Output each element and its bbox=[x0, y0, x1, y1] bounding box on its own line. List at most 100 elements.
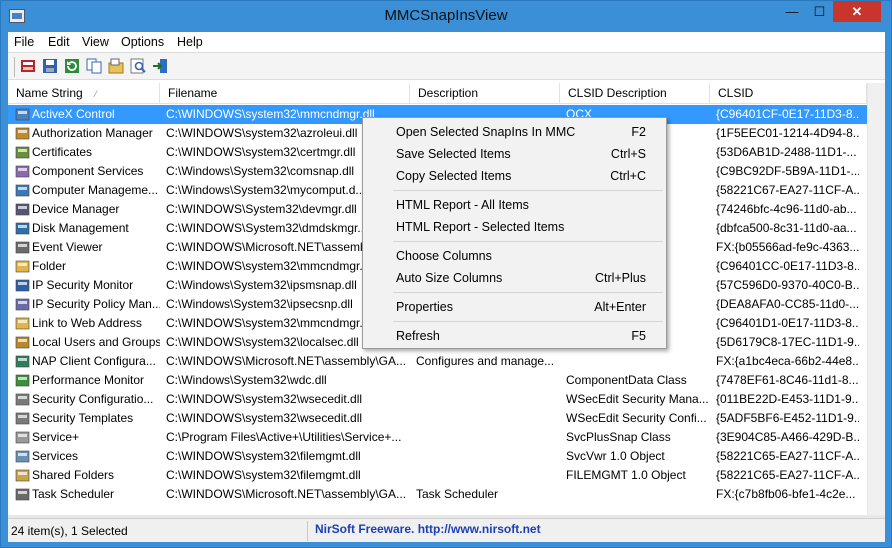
status-bar: 24 item(s), 1 Selected NirSoft Freeware.… bbox=[8, 518, 885, 542]
cell-filename: C:\WINDOWS\system32\filemgmt.dll bbox=[166, 449, 361, 463]
copy-button[interactable] bbox=[85, 57, 103, 75]
toolbar-grip bbox=[14, 57, 15, 77]
menuitem-html-report-selected[interactable]: HTML Report - Selected Items bbox=[363, 216, 666, 238]
cell-name: Authorization Manager bbox=[32, 126, 153, 140]
vertical-scrollbar[interactable] bbox=[867, 83, 885, 515]
cell-filename: C:\WINDOWS\system32\filemgmt.dll bbox=[166, 468, 361, 482]
context-menu: Open Selected SnapIns In MMC F2 Save Sele… bbox=[362, 117, 667, 349]
table-row[interactable]: Security Configuratio... C:\WINDOWS\syste… bbox=[8, 390, 885, 409]
cell-name: Performance Monitor bbox=[32, 373, 145, 387]
cell-clsid: {C96401D1-0E17-11D3-8... bbox=[716, 316, 859, 330]
menuitem-properties[interactable]: Properties Alt+Enter bbox=[363, 296, 666, 318]
cell-clsid-description: ComponentData Class bbox=[566, 373, 687, 387]
copy-icon bbox=[86, 58, 102, 74]
find-button[interactable] bbox=[129, 57, 147, 75]
menuitem-label: HTML Report - All Items bbox=[396, 198, 529, 212]
cell-filename: C:\Windows\System32\wdc.dll bbox=[166, 373, 327, 387]
snapin-icon bbox=[15, 278, 30, 293]
snapin-icon bbox=[15, 259, 30, 274]
cell-name: Security Configuratio... bbox=[32, 392, 154, 406]
cell-clsid-description: WSecEdit Security Confi... bbox=[566, 411, 707, 425]
properties-button[interactable] bbox=[107, 57, 125, 75]
cell-description: Configures and manage... bbox=[416, 354, 555, 368]
menu-edit[interactable]: Edit bbox=[48, 35, 70, 49]
column-header-clsid[interactable]: CLSID bbox=[710, 83, 867, 104]
properties-icon bbox=[108, 58, 124, 74]
table-row[interactable]: Security Templates C:\WINDOWS\system32\ws… bbox=[8, 409, 885, 428]
cell-description bbox=[416, 466, 560, 485]
menuitem-save-selected-items[interactable]: Save Selected Items Ctrl+S bbox=[363, 143, 666, 165]
maximize-button[interactable]: ☐ bbox=[806, 1, 833, 22]
exit-button[interactable] bbox=[151, 57, 169, 75]
snapin-icon bbox=[15, 202, 30, 217]
table-row[interactable]: NAP Client Configura... C:\WINDOWS\Micros… bbox=[8, 352, 885, 371]
menu-file[interactable]: File bbox=[14, 35, 34, 49]
cell-clsid: {DEA8AFA0-CC85-11d0-... bbox=[716, 297, 859, 311]
cell-name: IP Security Monitor bbox=[32, 278, 134, 292]
snapin-icon bbox=[15, 126, 30, 141]
cell-name: Certificates bbox=[32, 145, 93, 159]
menuitem-shortcut: Ctrl+S bbox=[610, 147, 646, 161]
minimize-button[interactable]: — bbox=[778, 1, 806, 22]
cell-clsid-description: WSecEdit Security Mana... bbox=[566, 392, 709, 406]
table-row[interactable]: Service+ C:\Program Files\Active+\Utiliti… bbox=[8, 428, 885, 447]
menuitem-choose-columns[interactable]: Choose Columns bbox=[363, 245, 666, 267]
column-header-description[interactable]: Description bbox=[410, 83, 560, 104]
column-header-filename[interactable]: Filename bbox=[160, 83, 410, 104]
menuitem-label: Copy Selected Items bbox=[396, 169, 512, 183]
menuitem-refresh[interactable]: Refresh F5 bbox=[363, 325, 666, 347]
menu-options[interactable]: Options bbox=[121, 35, 164, 49]
table-row[interactable]: Services C:\WINDOWS\system32\filemgmt.dll… bbox=[8, 447, 885, 466]
snapin-icon bbox=[15, 411, 30, 426]
column-header-name-string[interactable]: Name String ⁄ bbox=[8, 83, 160, 104]
cell-clsid: {C9BC92DF-5B9A-11D1-... bbox=[716, 164, 859, 178]
save-button[interactable] bbox=[41, 57, 59, 75]
table-row[interactable]: Performance Monitor C:\Windows\System32\w… bbox=[8, 371, 885, 390]
cell-name: Event Viewer bbox=[32, 240, 103, 254]
snapin-icon bbox=[15, 430, 30, 445]
save-html-report-button[interactable] bbox=[19, 57, 37, 75]
snapin-icon bbox=[15, 316, 30, 331]
cell-clsid-description bbox=[566, 485, 710, 504]
status-credit-link[interactable]: NirSoft Freeware. http://www.nirsoft.net bbox=[315, 522, 541, 536]
cell-filename: C:\Program Files\Active+\Utilities\Servi… bbox=[166, 430, 402, 444]
cell-name: Folder bbox=[32, 259, 67, 273]
cell-clsid: FX:{a1bc4eca-66b2-44e8... bbox=[716, 354, 859, 368]
cell-name: Service+ bbox=[32, 430, 80, 444]
menuitem-auto-size-columns[interactable]: Auto Size Columns Ctrl+Plus bbox=[363, 267, 666, 289]
table-row[interactable]: Shared Folders C:\WINDOWS\system32\filemg… bbox=[8, 466, 885, 485]
menu-separator bbox=[393, 292, 663, 293]
cell-clsid: {5ADF5BF6-E452-11D1-9... bbox=[716, 411, 859, 425]
snapin-icon bbox=[15, 297, 30, 312]
cell-clsid-description bbox=[566, 352, 710, 371]
cell-clsid: {58221C65-EA27-11CF-A... bbox=[716, 468, 859, 482]
status-divider bbox=[307, 521, 308, 541]
menuitem-html-report-all[interactable]: HTML Report - All Items bbox=[363, 194, 666, 216]
menuitem-open-selected-snapins[interactable]: Open Selected SnapIns In MMC F2 bbox=[363, 121, 666, 143]
cell-clsid: {7478EF61-8C46-11d1-8... bbox=[716, 373, 859, 387]
cell-clsid: {3E904C85-A466-429D-B... bbox=[716, 430, 859, 444]
search-icon bbox=[130, 58, 146, 74]
column-header-row: Name String ⁄ Filename Description CLSID … bbox=[8, 83, 885, 104]
snapin-icon bbox=[15, 145, 30, 160]
cell-name: NAP Client Configura... bbox=[32, 354, 156, 368]
cell-clsid: {1F5EEC01-1214-4D94-8... bbox=[716, 126, 859, 140]
menu-view[interactable]: View bbox=[82, 35, 109, 49]
cell-filename: C:\WINDOWS\Microsoft.NET\assembly\GA... bbox=[166, 487, 407, 501]
cell-name: ActiveX Control bbox=[32, 107, 115, 121]
cell-clsid: {dbfca500-8c31-11d0-aa... bbox=[716, 221, 857, 235]
save-html-report-icon bbox=[21, 60, 35, 72]
table-row[interactable]: Task Scheduler C:\WINDOWS\Microsoft.NET\a… bbox=[8, 485, 885, 504]
snapin-icon bbox=[15, 373, 30, 388]
close-button[interactable]: ✕ bbox=[833, 1, 881, 22]
cell-name: Device Manager bbox=[32, 202, 120, 216]
column-header-clsid-description[interactable]: CLSID Description bbox=[560, 83, 710, 104]
cell-name: IP Security Policy Man... bbox=[32, 297, 160, 311]
menu-help[interactable]: Help bbox=[177, 35, 203, 49]
title-bar[interactable]: MMCSnapInsView — ☐ ✕ bbox=[1, 1, 891, 32]
refresh-button[interactable] bbox=[63, 57, 81, 75]
status-item-count: 24 item(s), 1 Selected bbox=[11, 524, 128, 538]
menuitem-copy-selected-items[interactable]: Copy Selected Items Ctrl+C bbox=[363, 165, 666, 187]
cell-clsid: {58221C65-EA27-11CF-A... bbox=[716, 449, 859, 463]
toolbar bbox=[8, 52, 885, 80]
